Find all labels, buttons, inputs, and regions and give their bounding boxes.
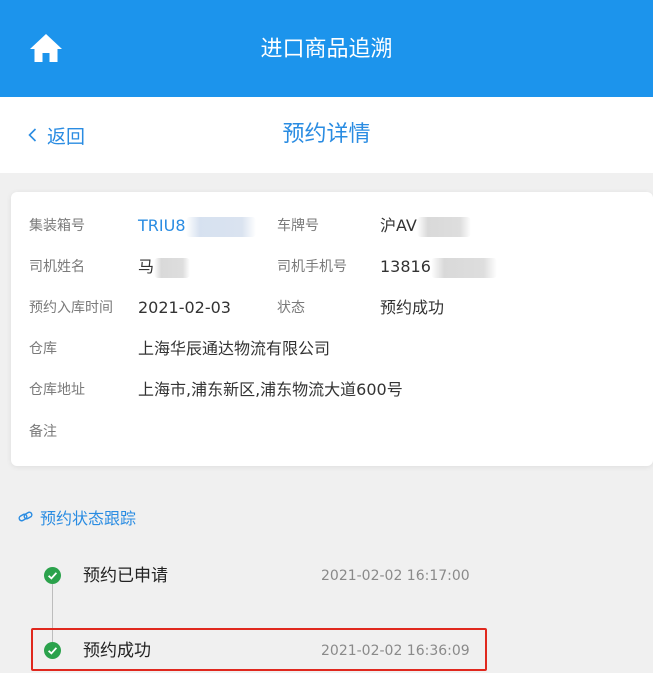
booking-details-card: 集装箱号 TRIU8 车牌号 沪AV 司机姓名 马 司机手机号 13816 预约… [11,192,653,466]
booking-date-label: 预约入库时间 [29,300,113,316]
step-time: 2021-02-02 16:17:00 [321,568,470,584]
driver-name-value: 马 [138,247,191,287]
driver-name-label: 司机姓名 [29,259,85,275]
page-header: 返回 预约详情 [0,97,653,173]
plate-no-value: 沪AV [380,206,471,246]
container-no-value[interactable]: TRIU8 [138,206,256,246]
detail-row: 仓库地址 上海市,浦东新区,浦东物流大道600号 [11,370,653,410]
app-title: 进口商品追溯 [260,37,393,62]
remark-label: 备注 [29,424,57,440]
tracking-title: 预约状态跟踪 [40,509,137,528]
status-value: 预约成功 [380,298,445,317]
status-label: 状态 [277,300,305,316]
warehouse-label: 仓库 [29,341,57,357]
driver-phone-label: 司机手机号 [277,259,347,275]
check-circle-icon [44,567,61,584]
detail-row: 仓库 上海华辰通达物流有限公司 [11,329,653,369]
tracking-section-title: 预约状态跟踪 [18,500,136,534]
detail-row: 司机姓名 马 司机手机号 13816 [11,247,653,287]
timeline-step: 预约已申请 2021-02-02 16:17:00 [0,556,653,596]
address-label: 仓库地址 [29,382,85,398]
detail-row: 预约入库时间 2021-02-03 状态 预约成功 [11,288,653,328]
address-value: 上海市,浦东新区,浦东物流大道600号 [138,380,403,399]
step-label: 预约已申请 [83,566,168,586]
detail-row: 备注 [11,412,653,452]
highlight-box [31,628,487,671]
booking-date-value: 2021-02-03 [138,298,231,317]
detail-row: 集装箱号 TRIU8 车牌号 沪AV [11,206,653,246]
link-icon [18,511,33,522]
plate-no-label: 车牌号 [277,218,319,234]
app-header: 进口商品追溯 [0,0,653,97]
page-title: 预约详情 [282,122,371,147]
driver-phone-value: 13816 [380,247,497,287]
container-no-label: 集装箱号 [29,218,85,234]
warehouse-value: 上海华辰通达物流有限公司 [138,339,331,358]
